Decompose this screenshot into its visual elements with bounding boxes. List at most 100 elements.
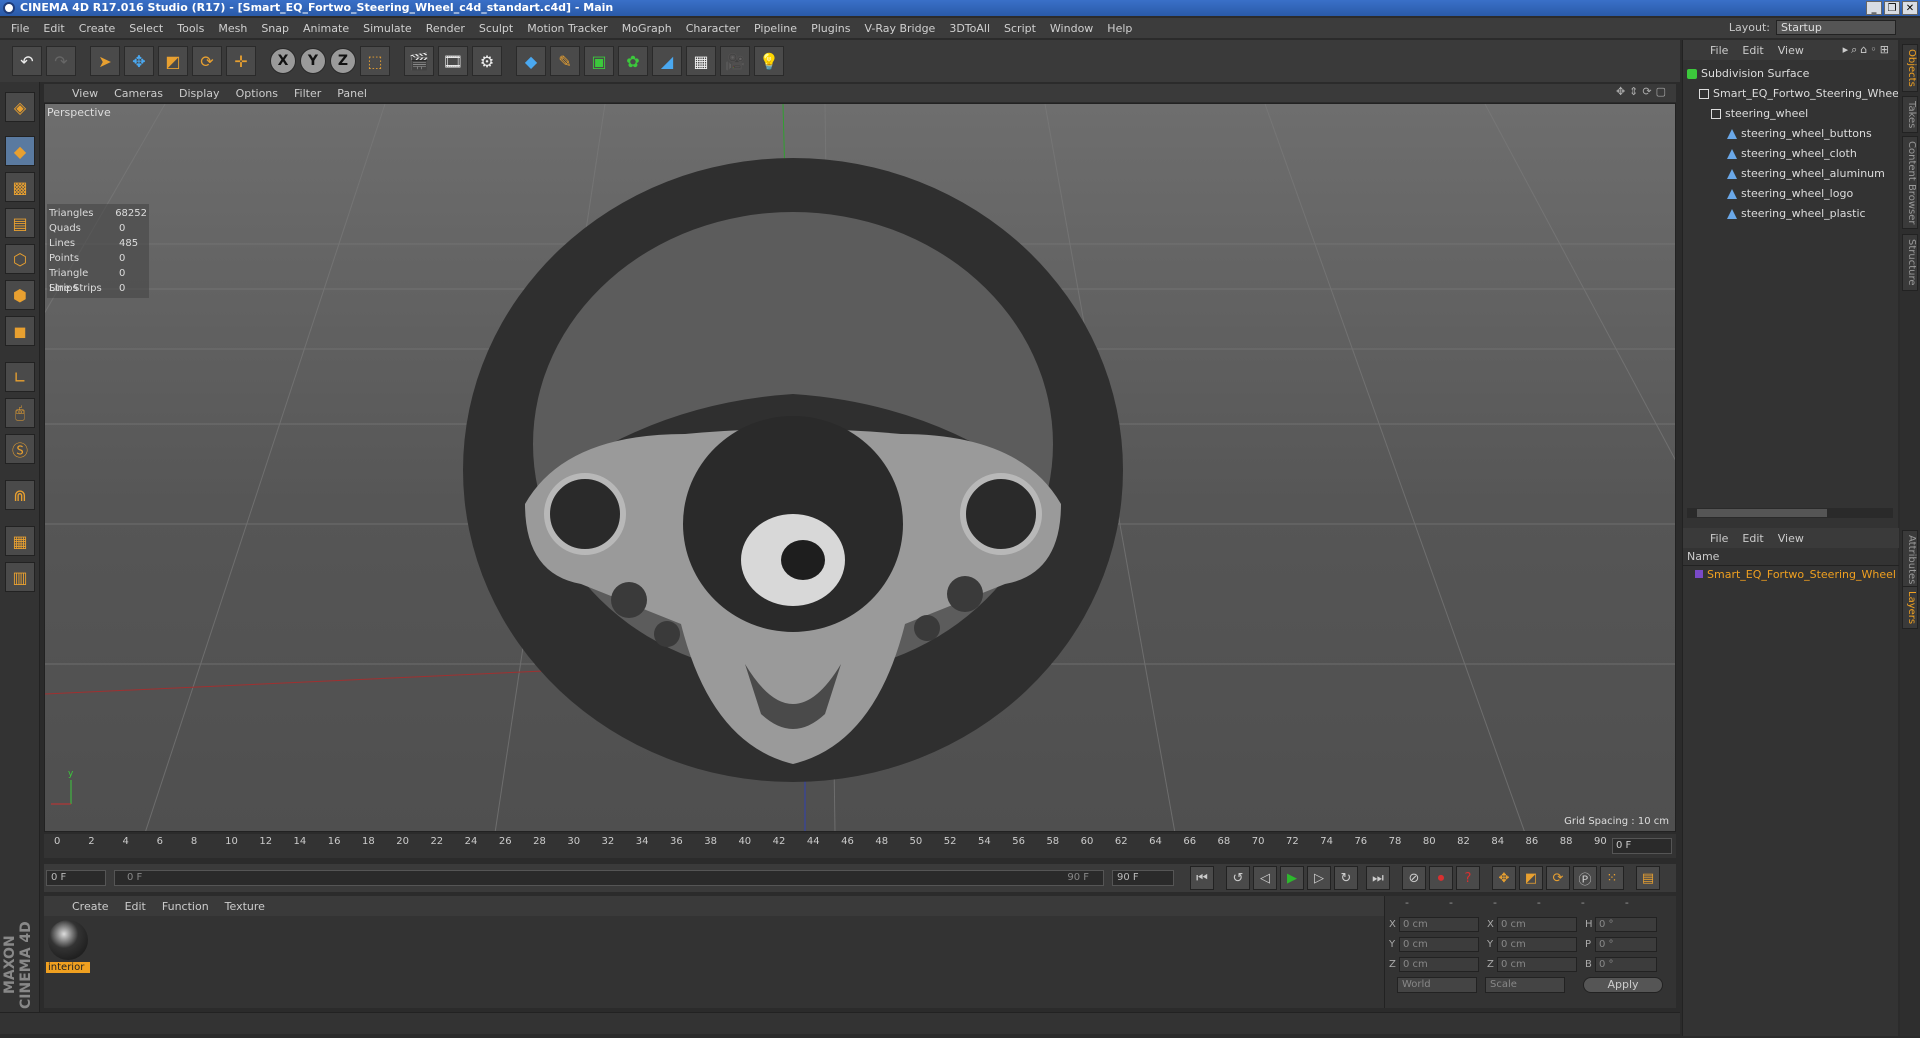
- position-y-field[interactable]: 0 cm: [1399, 936, 1479, 952]
- coordinate-space-dropdown[interactable]: World: [1397, 977, 1477, 993]
- menu-vray-bridge[interactable]: V-Ray Bridge: [857, 22, 942, 35]
- planar-workplane-icon[interactable]: ▥: [5, 562, 35, 592]
- menu-render[interactable]: Render: [419, 22, 472, 35]
- size-z-field[interactable]: 0 cm: [1497, 956, 1577, 972]
- menu-mesh[interactable]: Mesh: [211, 22, 254, 35]
- render-picture-viewer-icon[interactable]: 🎞: [438, 46, 468, 76]
- menu-mograph[interactable]: MoGraph: [615, 22, 679, 35]
- material-swatch[interactable]: interior: [46, 920, 90, 976]
- coordinate-system-icon[interactable]: ⬚: [360, 46, 390, 76]
- model-mode-icon[interactable]: ◆: [5, 136, 35, 166]
- lock-workplane-icon[interactable]: ▦: [5, 526, 35, 556]
- cube-primitive-icon[interactable]: ◆: [516, 46, 546, 76]
- object-menu-file[interactable]: File: [1703, 44, 1735, 57]
- minimize-button[interactable]: _: [1866, 1, 1882, 15]
- render-settings-icon[interactable]: ⚙: [472, 46, 502, 76]
- layer-menu-edit[interactable]: Edit: [1735, 532, 1770, 545]
- key-point-level-icon[interactable]: ⁙: [1600, 866, 1624, 890]
- start-frame-field[interactable]: 0 F: [46, 870, 106, 886]
- key-parameter-icon[interactable]: Ⓟ: [1573, 866, 1597, 890]
- spline-pen-icon[interactable]: ✎: [550, 46, 580, 76]
- timeline-ruler[interactable]: 0 2 4 6 8 10 12 14 16 18 20 22 24 26 28 30 32 34 36 38 40 42 4…: [44, 834, 1676, 858]
- go-to-end-icon[interactable]: ⏭: [1366, 866, 1390, 890]
- play-icon[interactable]: ▶: [1280, 866, 1304, 890]
- axis-mode-icon[interactable]: ∟: [5, 362, 35, 392]
- layout-select[interactable]: Startup: [1776, 20, 1896, 35]
- layer-name-column-header[interactable]: Name: [1683, 548, 1899, 566]
- z-axis-lock-icon[interactable]: Z: [330, 48, 356, 74]
- viewport-menu-view[interactable]: View: [64, 87, 106, 100]
- keyframe-selection-icon[interactable]: ⊘: [1402, 866, 1426, 890]
- material-menu-texture[interactable]: Texture: [217, 900, 273, 913]
- snap-icon[interactable]: Ⓢ: [5, 434, 35, 464]
- apply-button[interactable]: Apply: [1583, 977, 1663, 993]
- position-z-field[interactable]: 0 cm: [1399, 956, 1479, 972]
- object-manager-tools-icons[interactable]: ▸⌕⌂◦⊞: [1843, 43, 1898, 57]
- previous-key-icon[interactable]: ↺: [1226, 866, 1250, 890]
- tree-item-root-null[interactable]: Smart_EQ_Fortwo_Steering_Whee: [1683, 84, 1898, 104]
- edges-mode-icon[interactable]: ⬢: [5, 280, 35, 310]
- menu-help[interactable]: Help: [1100, 22, 1139, 35]
- tab-takes[interactable]: Takes: [1902, 96, 1918, 134]
- end-frame-field[interactable]: 90 F: [1112, 870, 1174, 886]
- object-menu-edit[interactable]: Edit: [1735, 44, 1770, 57]
- frame-range-slider[interactable]: 0 F 90 F: [114, 870, 1104, 886]
- material-menu-create[interactable]: Create: [64, 900, 117, 913]
- autokeying-icon[interactable]: ?: [1456, 866, 1480, 890]
- tree-item-steering-wheel[interactable]: steering_wheel: [1683, 104, 1898, 124]
- tree-item-buttons[interactable]: steering_wheel_buttons: [1683, 124, 1898, 144]
- menu-file[interactable]: File: [4, 22, 36, 35]
- position-x-field[interactable]: 0 cm: [1399, 916, 1479, 932]
- menu-motion-tracker[interactable]: Motion Tracker: [520, 22, 614, 35]
- transform-icon[interactable]: ✛: [226, 46, 256, 76]
- points-mode-icon[interactable]: ⬡: [5, 244, 35, 274]
- tree-item-cloth[interactable]: steering_wheel_cloth: [1683, 144, 1898, 164]
- timeline-window-icon[interactable]: ▤: [1636, 866, 1660, 890]
- viewport-nav-icons[interactable]: ✥⇕⟳▢: [1616, 85, 1670, 98]
- menu-script[interactable]: Script: [997, 22, 1043, 35]
- tree-item-plastic[interactable]: steering_wheel_plastic: [1683, 204, 1898, 224]
- viewport-menu-cameras[interactable]: Cameras: [106, 87, 171, 100]
- previous-frame-icon[interactable]: ◁: [1253, 866, 1277, 890]
- perspective-viewport[interactable]: y Perspective Triangles 68252 Quads 0 Line…: [44, 103, 1676, 832]
- menu-select[interactable]: Select: [122, 22, 170, 35]
- viewport-menu-options[interactable]: Options: [228, 87, 286, 100]
- tree-item-aluminum[interactable]: steering_wheel_aluminum: [1683, 164, 1898, 184]
- camera-icon[interactable]: 🎥: [720, 46, 750, 76]
- viewport-menu-display[interactable]: Display: [171, 87, 228, 100]
- x-axis-lock-icon[interactable]: X: [270, 48, 296, 74]
- scale-mode-dropdown[interactable]: Scale: [1485, 977, 1565, 993]
- tab-structure[interactable]: Structure: [1902, 234, 1918, 291]
- key-scale-icon[interactable]: ◩: [1519, 866, 1543, 890]
- workplane-icon[interactable]: ▤: [5, 208, 35, 238]
- rotate-icon[interactable]: ⟳: [192, 46, 222, 76]
- menu-snap[interactable]: Snap: [254, 22, 296, 35]
- deformer-icon[interactable]: ◢: [652, 46, 682, 76]
- menu-sculpt[interactable]: Sculpt: [472, 22, 520, 35]
- menu-animate[interactable]: Animate: [296, 22, 356, 35]
- texture-mode-icon[interactable]: ▩: [5, 172, 35, 202]
- y-axis-lock-icon[interactable]: Y: [300, 48, 326, 74]
- tweak-mode-icon[interactable]: 🖱: [5, 398, 35, 428]
- cloner-icon[interactable]: ✿: [618, 46, 648, 76]
- object-menu-view[interactable]: View: [1771, 44, 1811, 57]
- restore-button[interactable]: ❐: [1884, 1, 1900, 15]
- size-y-field[interactable]: 0 cm: [1497, 936, 1577, 952]
- make-editable-icon[interactable]: ◈: [5, 92, 35, 122]
- layer-item[interactable]: Smart_EQ_Fortwo_Steering_Wheel: [1683, 566, 1899, 584]
- magnet-icon[interactable]: ⋒: [5, 480, 35, 510]
- record-active-icon[interactable]: ⏺: [1429, 866, 1453, 890]
- next-frame-icon[interactable]: ▷: [1307, 866, 1331, 890]
- tab-layers[interactable]: Layers: [1902, 586, 1918, 630]
- material-menu-function[interactable]: Function: [154, 900, 217, 913]
- scrollbar-thumb[interactable]: [1697, 509, 1827, 517]
- object-manager-scrollbar[interactable]: [1687, 508, 1893, 518]
- subdivision-generator-icon[interactable]: ▣: [584, 46, 614, 76]
- move-icon[interactable]: ✥: [124, 46, 154, 76]
- tree-item-logo[interactable]: steering_wheel_logo: [1683, 184, 1898, 204]
- tab-objects[interactable]: Objects: [1902, 44, 1918, 92]
- menu-edit[interactable]: Edit: [36, 22, 71, 35]
- go-to-start-icon[interactable]: ⏮: [1190, 866, 1214, 890]
- tree-item-subdivision-surface[interactable]: Subdivision Surface: [1683, 64, 1898, 84]
- floor-icon[interactable]: ▦: [686, 46, 716, 76]
